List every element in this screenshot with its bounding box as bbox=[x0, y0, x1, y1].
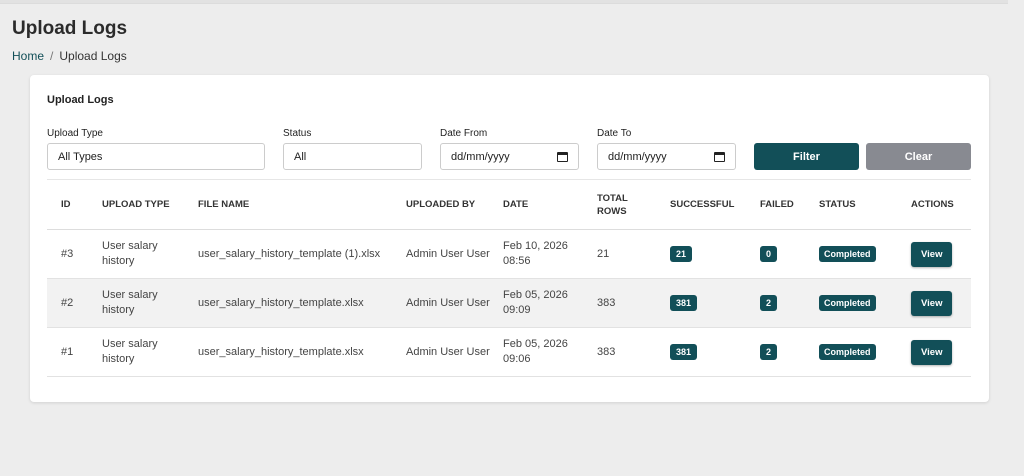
failed-badge: 0 bbox=[760, 246, 778, 262]
status-badge: Completed bbox=[819, 344, 876, 360]
breadcrumb-home-link[interactable]: Home bbox=[12, 49, 44, 63]
upload-type-select[interactable]: All Types bbox=[47, 143, 265, 170]
failed-badge: 2 bbox=[760, 344, 778, 360]
status-badge: Completed bbox=[819, 246, 876, 262]
view-button[interactable]: View bbox=[911, 241, 953, 267]
table-row: #2 User salary history user_salary_histo… bbox=[47, 278, 971, 328]
cell-upload-type: User salary history bbox=[96, 229, 192, 279]
status-value: All bbox=[294, 150, 307, 163]
header-actions: ACTIONS bbox=[905, 179, 971, 230]
cell-total-rows: 383 bbox=[591, 327, 664, 377]
date-to-input[interactable]: dd/mm/yyyy bbox=[597, 143, 736, 170]
date-to-placeholder: dd/mm/yyyy bbox=[608, 150, 667, 163]
header-failed: FAILED bbox=[754, 179, 813, 230]
cell-uploaded-by: Admin User User bbox=[400, 327, 497, 377]
cell-failed: 2 bbox=[754, 327, 813, 377]
date-from-input[interactable]: dd/mm/yyyy bbox=[440, 143, 579, 170]
cell-uploaded-by: Admin User User bbox=[400, 278, 497, 328]
successful-badge: 21 bbox=[670, 246, 693, 262]
header-successful: SUCCESSFUL bbox=[664, 179, 754, 230]
successful-badge: 381 bbox=[670, 295, 698, 311]
calendar-icon[interactable] bbox=[557, 151, 568, 162]
header-uploaded-by: UPLOADED BY bbox=[400, 179, 497, 230]
cell-total-rows: 383 bbox=[591, 278, 664, 328]
cell-upload-type: User salary history bbox=[96, 278, 192, 328]
page-title: Upload Logs bbox=[12, 18, 128, 39]
cell-date: Feb 05, 2026 09:09 bbox=[497, 278, 591, 328]
cell-successful: 21 bbox=[664, 229, 754, 279]
status-label: Status bbox=[283, 128, 312, 139]
table-row: #1 User salary history user_salary_histo… bbox=[47, 327, 971, 377]
cell-successful: 381 bbox=[664, 278, 754, 328]
cell-failed: 2 bbox=[754, 278, 813, 328]
upload-type-value: All Types bbox=[58, 150, 103, 163]
breadcrumb: Home / Upload Logs bbox=[12, 49, 127, 63]
header-date: DATE bbox=[497, 179, 591, 230]
date-from-placeholder: dd/mm/yyyy bbox=[451, 150, 510, 163]
upload-logs-card: Upload Logs Upload Type All Types Status… bbox=[30, 75, 989, 402]
cell-id: #3 bbox=[47, 229, 96, 279]
header-status: STATUS bbox=[813, 179, 905, 230]
breadcrumb-separator: / bbox=[50, 49, 54, 63]
cell-total-rows: 21 bbox=[591, 229, 664, 279]
successful-badge: 381 bbox=[670, 344, 698, 360]
cell-status: Completed bbox=[813, 327, 905, 377]
cell-actions: View bbox=[905, 278, 971, 328]
clear-button[interactable]: Clear bbox=[866, 143, 971, 170]
upload-type-label: Upload Type bbox=[47, 128, 103, 139]
table-row: #3 User salary history user_salary_histo… bbox=[47, 229, 971, 279]
breadcrumb-current: Upload Logs bbox=[59, 49, 127, 63]
cell-file-name: user_salary_history_template.xlsx bbox=[192, 327, 400, 377]
cell-actions: View bbox=[905, 229, 971, 279]
cell-failed: 0 bbox=[754, 229, 813, 279]
header-upload-type: UPLOAD TYPE bbox=[96, 179, 192, 230]
failed-badge: 2 bbox=[760, 295, 778, 311]
top-bar bbox=[0, 0, 1008, 4]
status-select[interactable]: All bbox=[283, 143, 422, 170]
cell-id: #1 bbox=[47, 327, 96, 377]
calendar-icon[interactable] bbox=[714, 151, 725, 162]
filter-button[interactable]: Filter bbox=[754, 143, 859, 170]
date-to-label: Date To bbox=[597, 128, 632, 139]
cell-status: Completed bbox=[813, 278, 905, 328]
cell-id: #2 bbox=[47, 278, 96, 328]
cell-file-name: user_salary_history_template (1).xlsx bbox=[192, 229, 400, 279]
view-button[interactable]: View bbox=[911, 290, 953, 316]
date-from-label: Date From bbox=[440, 128, 488, 139]
cell-uploaded-by: Admin User User bbox=[400, 229, 497, 279]
cell-successful: 381 bbox=[664, 327, 754, 377]
header-total-rows: TOTAL ROWS bbox=[591, 179, 664, 230]
cell-file-name: user_salary_history_template.xlsx bbox=[192, 278, 400, 328]
cell-actions: View bbox=[905, 327, 971, 377]
status-badge: Completed bbox=[819, 295, 876, 311]
cell-upload-type: User salary history bbox=[96, 327, 192, 377]
table-header-row: ID UPLOAD TYPE FILE NAME UPLOADED BY DAT… bbox=[47, 179, 971, 230]
header-file-name: FILE NAME bbox=[192, 179, 400, 230]
upload-logs-table: ID UPLOAD TYPE FILE NAME UPLOADED BY DAT… bbox=[47, 179, 971, 377]
cell-status: Completed bbox=[813, 229, 905, 279]
view-button[interactable]: View bbox=[911, 339, 953, 365]
cell-date: Feb 05, 2026 09:06 bbox=[497, 327, 591, 377]
header-id: ID bbox=[47, 179, 96, 230]
cell-date: Feb 10, 2026 08:56 bbox=[497, 229, 591, 279]
card-title: Upload Logs bbox=[47, 94, 114, 106]
